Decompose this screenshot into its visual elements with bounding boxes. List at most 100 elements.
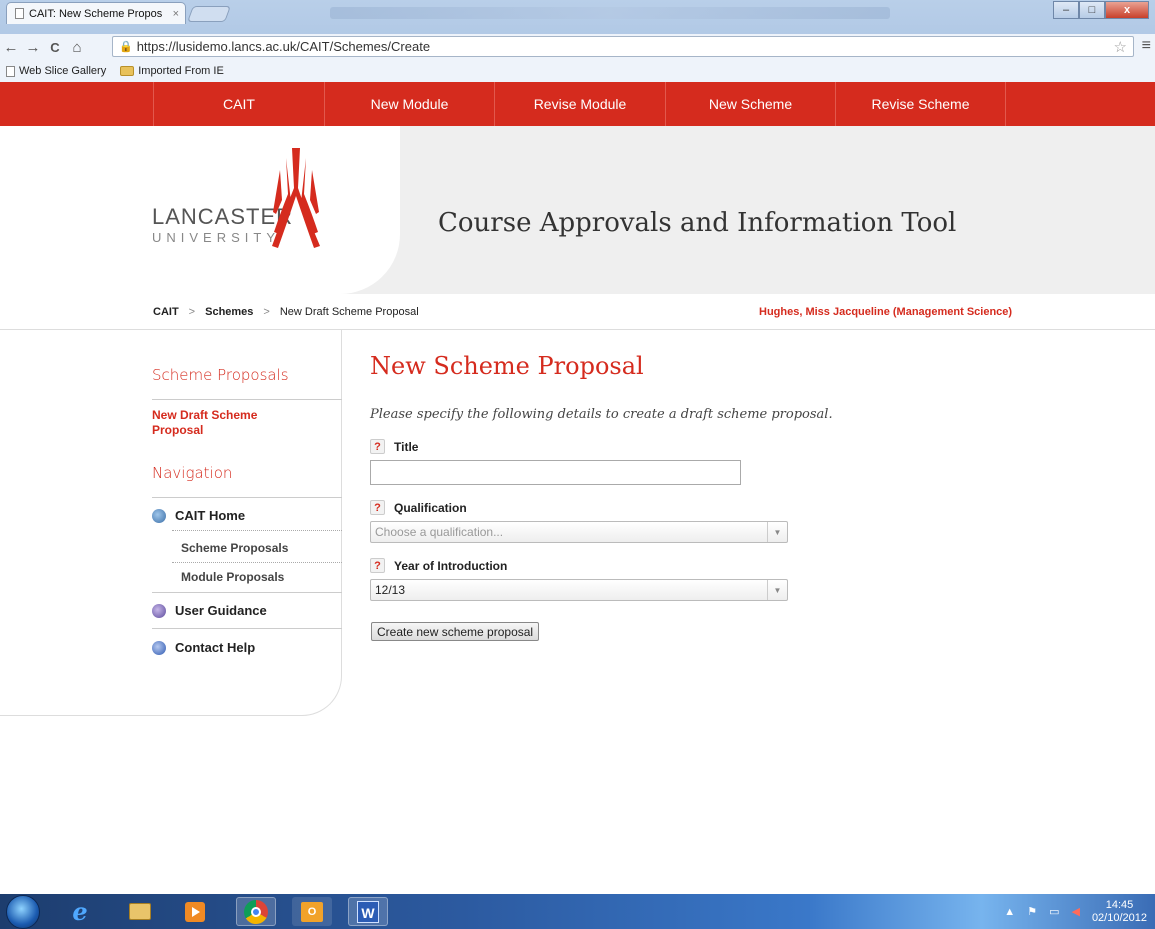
nav-revise-scheme[interactable]: Revise Scheme <box>835 82 1006 126</box>
tab-strip: CAIT: New Scheme Propos × – □ x <box>0 0 1155 34</box>
bookmark-imported-from-ie[interactable]: Imported From IE <box>120 65 224 77</box>
url-text: https://lusidemo.lancs.ac.uk/CAIT/Scheme… <box>136 39 431 54</box>
file-explorer-icon[interactable] <box>120 897 160 926</box>
page-intro: Please specify the following details to … <box>370 407 833 422</box>
breadcrumb-current: New Draft Scheme Proposal <box>279 306 419 318</box>
info-icon <box>152 603 166 618</box>
word-icon[interactable]: W <box>348 897 388 926</box>
browser-tab[interactable]: CAIT: New Scheme Propos × <box>6 2 186 24</box>
top-navigation: CAIT New Module Revise Module New Scheme… <box>0 82 1155 126</box>
divider <box>152 497 342 498</box>
breadcrumb-cait[interactable]: CAIT <box>153 306 179 318</box>
clock-date: 02/10/2012 <box>1091 911 1147 924</box>
window-title-bar <box>330 7 890 19</box>
year-label: ? Year of Introduction <box>370 558 507 573</box>
field-label-text: Qualification <box>394 500 467 515</box>
close-window-button[interactable]: x <box>1105 1 1149 19</box>
show-hidden-icons-icon[interactable]: ▲ <box>1004 906 1015 918</box>
window-controls: – □ x <box>1053 1 1149 19</box>
folder-icon <box>120 66 135 76</box>
breadcrumb: CAIT > Schemes > New Draft Scheme Propos… <box>153 306 419 318</box>
internet-explorer-icon[interactable]: e <box>60 897 100 926</box>
chrome-icon[interactable] <box>236 897 276 926</box>
site-title: Course Approvals and Information Tool <box>438 208 957 238</box>
field-label-text: Title <box>394 439 419 454</box>
new-tab-button[interactable] <box>187 6 231 22</box>
nav-new-module[interactable]: New Module <box>324 82 494 126</box>
home-icon <box>152 508 166 523</box>
page-title: New Scheme Proposal <box>370 352 644 380</box>
sidebar-link-new-draft-scheme[interactable]: New Draft Scheme Proposal <box>152 408 292 438</box>
sidebar-heading-navigation: Navigation <box>152 464 233 482</box>
divider <box>172 562 342 563</box>
sidebar-item-label: Contact Help <box>175 640 256 655</box>
nav-new-scheme[interactable]: New Scheme <box>665 82 835 126</box>
help-question-icon[interactable]: ? <box>370 500 385 515</box>
action-center-flag-icon[interactable]: ⚑ <box>1027 905 1037 918</box>
back-icon[interactable]: ← <box>0 39 22 56</box>
address-bar[interactable]: 🔒 https://lusidemo.lancs.ac.uk/CAIT/Sche… <box>112 36 1134 57</box>
tab-close-icon[interactable]: × <box>173 8 179 20</box>
media-player-icon[interactable] <box>175 897 215 926</box>
home-icon[interactable]: ⌂ <box>66 39 88 56</box>
bookmarks-bar: Web Slice Gallery Imported From IE <box>0 60 1155 82</box>
sidebar-item-label: CAIT Home <box>175 508 246 523</box>
title-label: ? Title <box>370 439 418 454</box>
menu-icon[interactable]: ≡ <box>1142 37 1151 55</box>
bookmark-label: Web Slice Gallery <box>19 65 107 77</box>
create-scheme-proposal-button[interactable]: Create new scheme proposal <box>371 622 540 641</box>
lock-icon: 🔒 <box>119 41 133 53</box>
sidebar-item-scheme-proposals[interactable]: Scheme Proposals <box>181 541 288 555</box>
breadcrumb-separator: > <box>263 306 270 318</box>
nav-cait[interactable]: CAIT <box>153 82 324 126</box>
page-content: CAIT New Module Revise Module New Scheme… <box>0 82 1155 894</box>
divider <box>152 399 342 400</box>
title-input[interactable] <box>370 460 741 485</box>
bookmark-label: Imported From IE <box>138 65 224 77</box>
taskbar: e O W ▲ ⚑ ▭ ◀ 14:45 02/10/2012 <box>0 894 1155 929</box>
breadcrumb-schemes[interactable]: Schemes <box>205 306 253 318</box>
site-banner: LANCASTER UNIVERSITY Course Approvals an… <box>0 126 1155 294</box>
help-question-icon[interactable]: ? <box>370 558 385 573</box>
select-value: 12/13 <box>375 583 406 597</box>
browser-toolbar: ← → C ⌂ 🔒 https://lusidemo.lancs.ac.uk/C… <box>0 34 1155 60</box>
page-icon <box>6 65 15 77</box>
volume-icon[interactable]: ◀ <box>1071 905 1079 918</box>
sidebar-item-user-guidance[interactable]: User Guidance <box>152 603 267 618</box>
divider <box>152 592 342 593</box>
sidebar-item-label: User Guidance <box>175 603 267 618</box>
qualification-select[interactable]: Choose a qualification... ▼ <box>370 521 788 543</box>
minimize-button[interactable]: – <box>1053 1 1079 19</box>
maximize-button[interactable]: □ <box>1079 1 1105 19</box>
clock-time: 14:45 <box>1105 898 1134 911</box>
chevron-down-icon: ▼ <box>767 580 787 600</box>
forward-icon[interactable]: → <box>22 39 44 56</box>
browser-chrome: CAIT: New Scheme Propos × – □ x ← → C ⌂ … <box>0 0 1155 82</box>
sidebar: Scheme Proposals New Draft Scheme Propos… <box>0 330 342 716</box>
page-icon <box>15 8 24 19</box>
outlook-icon[interactable]: O <box>292 897 332 926</box>
start-button[interactable] <box>6 895 40 929</box>
clock[interactable]: 14:45 02/10/2012 <box>1092 899 1147 925</box>
reload-icon[interactable]: C <box>44 40 66 55</box>
user-name[interactable]: Hughes, Miss Jacqueline (Management Scie… <box>759 306 1012 318</box>
sidebar-item-contact-help[interactable]: Contact Help <box>152 640 255 655</box>
select-placeholder: Choose a qualification... <box>375 525 504 539</box>
chevron-down-icon: ▼ <box>767 522 787 542</box>
qualification-label: ? Qualification <box>370 500 467 515</box>
network-icon[interactable]: ▭ <box>1049 905 1059 918</box>
breadcrumb-bar: CAIT > Schemes > New Draft Scheme Propos… <box>0 294 1155 330</box>
sidebar-item-cait-home[interactable]: CAIT Home <box>152 508 245 523</box>
sidebar-item-module-proposals[interactable]: Module Proposals <box>181 570 284 584</box>
sidebar-heading-scheme-proposals: Scheme Proposals <box>152 366 289 384</box>
breadcrumb-separator: > <box>188 306 196 318</box>
nav-revise-module[interactable]: Revise Module <box>494 82 665 126</box>
help-icon <box>152 640 166 655</box>
divider <box>152 628 342 629</box>
bookmark-web-slice-gallery[interactable]: Web Slice Gallery <box>6 65 106 77</box>
bookmark-star-icon[interactable]: ☆ <box>1114 38 1127 56</box>
year-select[interactable]: 12/13 ▼ <box>370 579 788 601</box>
help-question-icon[interactable]: ? <box>370 439 385 454</box>
field-label-text: Year of Introduction <box>394 558 508 573</box>
university-crest-icon <box>272 148 320 248</box>
